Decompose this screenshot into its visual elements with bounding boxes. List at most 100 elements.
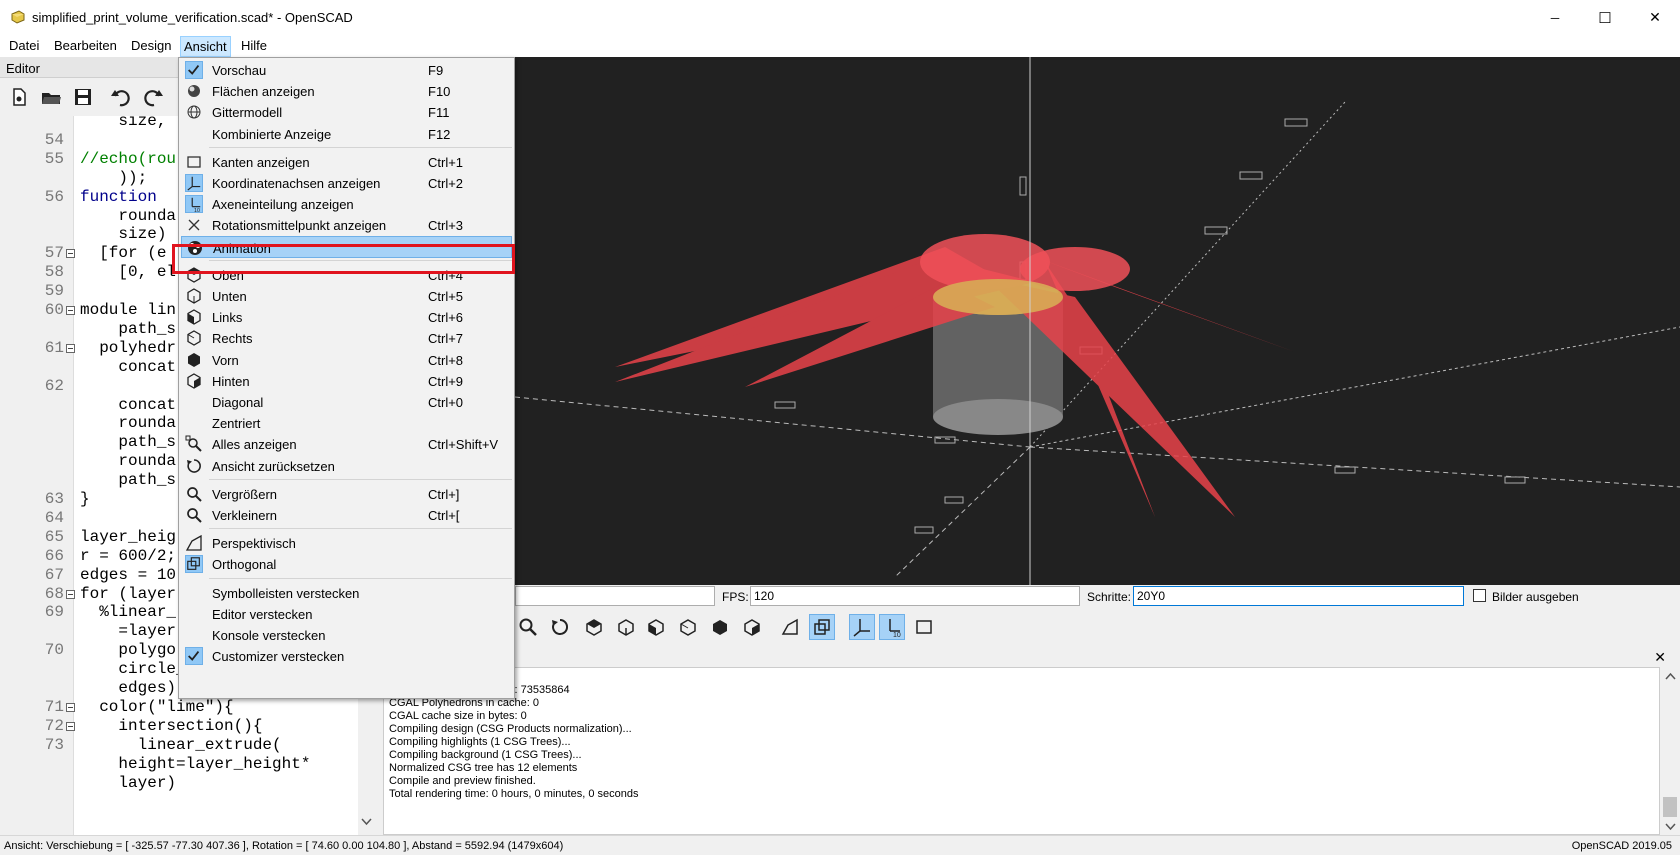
- empty-icon: [185, 393, 203, 411]
- menu-item-symbolleisten-verstecken[interactable]: Symbolleisten verstecken: [181, 582, 512, 604]
- menu-item-customizer-verstecken[interactable]: Customizer verstecken: [181, 645, 512, 667]
- menu-item-orthogonal[interactable]: Orthogonal: [181, 553, 512, 575]
- view-right-icon[interactable]: [675, 614, 701, 640]
- menu-item-label: Axeneinteilung anzeigen: [212, 197, 354, 213]
- menu-item-kombinierte-anzeige[interactable]: Kombinierte Anzeige F12: [181, 123, 512, 145]
- menu-datei[interactable]: Datei: [6, 38, 42, 53]
- save-icon[interactable]: [72, 86, 94, 108]
- scale-markers-icon[interactable]: 10: [879, 614, 905, 640]
- code-line: linear_extrude(: [80, 735, 282, 754]
- fold-toggle[interactable]: [66, 721, 75, 731]
- menu-item-flächen-anzeigen[interactable]: Flächen anzeigen F10: [181, 80, 512, 102]
- menu-item-rotationsmittelpunkt-anzeigen[interactable]: Rotationsmittelpunkt anzeigen Ctrl+3: [181, 214, 512, 236]
- menu-hilfe[interactable]: Hilfe: [238, 38, 270, 53]
- menu-item-editor-verstecken[interactable]: Editor verstecken: [181, 603, 512, 625]
- menu-design[interactable]: Design: [128, 38, 174, 53]
- fold-toggle[interactable]: [66, 343, 75, 353]
- menu-item-verkleinern[interactable]: Verkleinern Ctrl+[: [181, 504, 512, 526]
- fold-toggle[interactable]: [66, 306, 75, 315]
- menu-separator: [209, 146, 512, 148]
- time-field[interactable]: [515, 586, 715, 606]
- open-file-icon[interactable]: [40, 86, 62, 108]
- code-line: module lin: [80, 301, 177, 319]
- line-number: 70: [44, 641, 64, 660]
- console-scroll-thumb[interactable]: [1663, 797, 1677, 817]
- menu-item-diagonal[interactable]: Diagonal Ctrl+0: [181, 391, 512, 413]
- console-line: CGAL cache size in bytes: 0: [389, 710, 527, 722]
- minimize-button[interactable]: ─: [1530, 0, 1580, 35]
- zoom-in-icon[interactable]: [515, 614, 541, 640]
- menu-item-label: Rotationsmittelpunkt anzeigen: [212, 218, 387, 234]
- maximize-button[interactable]: ☐: [1580, 0, 1630, 35]
- new-file-icon[interactable]: [8, 86, 30, 108]
- menu-item-konsole-verstecken[interactable]: Konsole verstecken: [181, 624, 512, 646]
- console-scrollbar[interactable]: [1660, 667, 1680, 835]
- scroll-down-arrow-icon[interactable]: [361, 816, 372, 827]
- console-close-icon[interactable]: ✕: [1654, 649, 1666, 666]
- code-line: concat: [80, 357, 177, 376]
- code-line: //echo(rou: [80, 149, 177, 168]
- view-left-icon[interactable]: [643, 614, 669, 640]
- menu-item-unten[interactable]: Unten Ctrl+5: [181, 285, 512, 307]
- line-number: 67: [44, 565, 64, 584]
- menu-item-shortcut: Ctrl+]: [428, 486, 460, 502]
- empty-icon: [185, 414, 203, 432]
- menu-bearbeiten[interactable]: Bearbeiten: [51, 38, 120, 53]
- steps-field[interactable]: 20Y0: [1133, 586, 1464, 606]
- menu-item-axeneinteilung-anzeigen[interactable]: 10 Axeneinteilung anzeigen: [181, 193, 512, 215]
- menu-item-vorn[interactable]: Vorn Ctrl+8: [181, 349, 512, 371]
- scroll-down-arrow-icon[interactable]: [1665, 821, 1676, 832]
- menu-item-links[interactable]: Links Ctrl+6: [181, 306, 512, 328]
- menu-item-zentriert[interactable]: Zentriert: [181, 412, 512, 434]
- view-all-icon: [185, 435, 203, 453]
- close-button[interactable]: ✕: [1630, 0, 1680, 35]
- fps-field[interactable]: 120: [750, 586, 1080, 606]
- fold-toggle[interactable]: [66, 589, 75, 599]
- code-line: rounda: [80, 452, 177, 471]
- animation-bar: FPS: 120 Schritte: 20Y0 Bilder ausgeben: [515, 585, 1680, 607]
- view-top-icon[interactable]: [581, 614, 607, 640]
- console-output[interactable]: 0CGAL cache size in bytes: 73535864CGAL …: [383, 667, 1660, 835]
- redo-icon[interactable]: [142, 86, 164, 108]
- line-number: 60: [44, 301, 64, 319]
- zoom-out-icon: [185, 506, 203, 524]
- menu-ansicht[interactable]: Ansicht: [180, 36, 231, 57]
- menu-item-gittermodell[interactable]: Gittermodell F11: [181, 101, 512, 123]
- fold-toggle[interactable]: [66, 249, 75, 259]
- menu-item-shortcut: Ctrl+0: [428, 395, 464, 410]
- code-line: rounda: [80, 206, 177, 225]
- menu-item-kanten-anzeigen[interactable]: Kanten anzeigen Ctrl+1: [181, 151, 512, 173]
- menu-item-alles-anzeigen[interactable]: Alles anzeigen Ctrl+Shift+V: [181, 433, 512, 455]
- reset-view-icon[interactable]: [547, 614, 573, 640]
- menu-item-label: Perspektivisch: [212, 536, 296, 552]
- menu-bar: Datei Bearbeiten Design Ansicht Hilfe: [0, 35, 1680, 57]
- code-line: polygo: [80, 641, 177, 660]
- code-line: path_s: [80, 319, 177, 338]
- menu-item-label: Links: [212, 310, 243, 326]
- menu-item-ansicht-zurücksetzen[interactable]: Ansicht zurücksetzen: [181, 455, 512, 477]
- menu-item-shortcut: Ctrl+9: [428, 373, 464, 389]
- orthogonal-icon[interactable]: [809, 614, 835, 640]
- menu-item-vergrößern[interactable]: Vergrößern Ctrl+]: [181, 483, 512, 505]
- fold-toggle[interactable]: [66, 702, 75, 712]
- menu-item-hinten[interactable]: Hinten Ctrl+9: [181, 370, 512, 392]
- code-line: size,: [80, 116, 167, 130]
- view-front-icon[interactable]: [707, 614, 733, 640]
- menu-item-perspektivisch[interactable]: Perspektivisch: [181, 532, 512, 554]
- edges-icon[interactable]: [911, 614, 937, 640]
- view-back-icon[interactable]: [739, 614, 765, 640]
- menu-item-vorschau[interactable]: Vorschau F9: [181, 59, 512, 81]
- menu-item-shortcut: Ctrl+2: [428, 176, 464, 191]
- perspective-icon[interactable]: [777, 614, 803, 640]
- menu-item-label: Vorn: [212, 352, 239, 368]
- axes-icon[interactable]: [849, 614, 875, 640]
- export-frames-checkbox[interactable]: [1473, 589, 1486, 602]
- console-line: Compile and preview finished.: [389, 775, 536, 787]
- menu-item-rechts[interactable]: Rechts Ctrl+7: [181, 327, 512, 349]
- undo-icon[interactable]: [110, 86, 132, 108]
- menu-item-koordinatenachsen-anzeigen[interactable]: Koordinatenachsen anzeigen Ctrl+2: [181, 172, 512, 194]
- scroll-up-arrow-icon[interactable]: [1665, 671, 1676, 682]
- view-bottom-icon[interactable]: [613, 614, 639, 640]
- 3d-viewport[interactable]: [515, 57, 1680, 585]
- line-number-gutter: 54 55 56 57 58 59 60 61 62 63 64 65 66 67 68 69 70 71 72 73: [0, 116, 75, 836]
